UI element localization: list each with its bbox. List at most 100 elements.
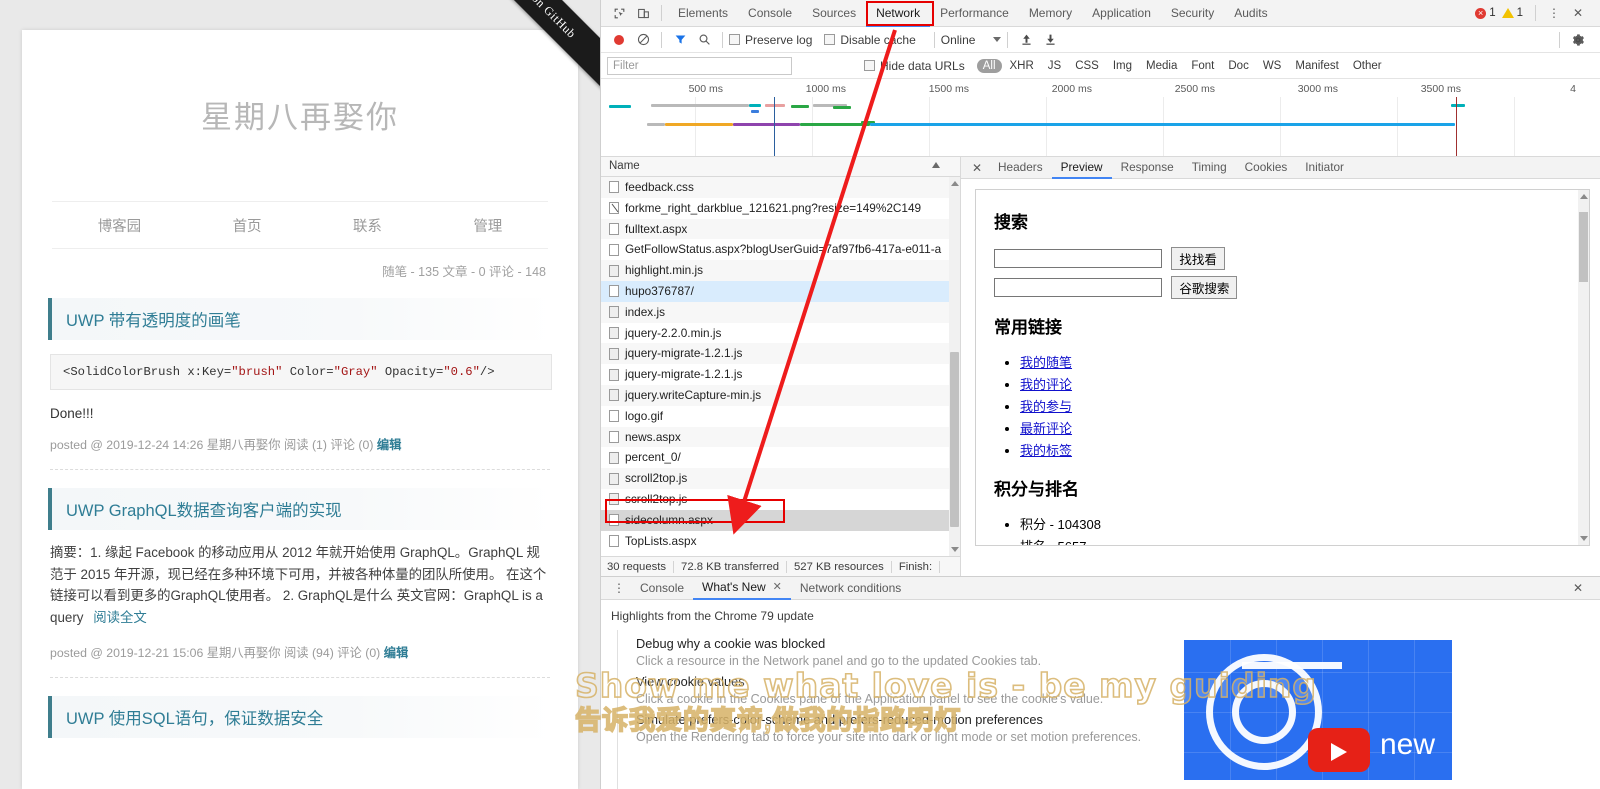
search-input-2[interactable] — [994, 278, 1162, 297]
disable-cache-checkbox[interactable]: Disable cache — [824, 33, 916, 47]
devtools-tab-console[interactable]: Console — [738, 0, 802, 27]
whats-new-video-thumbnail[interactable]: new — [1184, 640, 1452, 780]
export-har-icon[interactable] — [1039, 29, 1061, 51]
request-list-header[interactable]: Name — [601, 157, 960, 177]
whats-new-item[interactable]: Debug why a cookie was blocked Click a r… — [618, 630, 1600, 668]
post-readmore-link[interactable]: 阅读全文 — [93, 610, 147, 625]
post-title-link[interactable]: UWP GraphQL数据查询客户端的实现 — [66, 502, 342, 520]
detail-tab-cookies[interactable]: Cookies — [1236, 157, 1297, 179]
warning-badge[interactable]: 1 — [1501, 7, 1523, 19]
devtools-tab-sources[interactable]: Sources — [802, 0, 866, 27]
scroll-up-arrow-icon[interactable] — [1580, 194, 1588, 199]
preview-link-0[interactable]: 我的随笔 — [1020, 355, 1072, 370]
search-button-2[interactable]: 谷歌搜索 — [1171, 276, 1238, 299]
filter-type-img[interactable]: Img — [1107, 59, 1138, 73]
devtools-tab-network[interactable]: Network — [866, 0, 931, 27]
close-icon[interactable]: ✕ — [773, 576, 782, 599]
table-row[interactable]: news.aspx — [601, 426, 960, 448]
detail-tab-preview[interactable]: Preview — [1051, 157, 1112, 179]
search-input-1[interactable] — [994, 249, 1162, 268]
scroll-down-arrow-icon[interactable] — [1580, 536, 1588, 541]
preview-link-2[interactable]: 我的参与 — [1020, 399, 1072, 414]
table-row[interactable]: jquery.writeCapture-min.js — [601, 384, 960, 406]
scroll-up-arrow-icon[interactable] — [951, 181, 959, 186]
devtools-tab-memory[interactable]: Memory — [1019, 0, 1082, 27]
preserve-log-checkbox[interactable]: Preserve log — [729, 33, 812, 47]
throttling-select[interactable]: Online — [941, 33, 1002, 47]
post-title-link[interactable]: UWP 使用SQL语句，保证数据安全 — [66, 710, 323, 728]
filter-type-other[interactable]: Other — [1347, 59, 1388, 73]
preview-link-1[interactable]: 我的评论 — [1020, 377, 1072, 392]
close-icon[interactable]: ✕ — [1567, 577, 1589, 599]
drawer-tab-console[interactable]: Console — [631, 576, 693, 600]
network-overview-timeline[interactable]: 500 ms 1000 ms 1500 ms 2000 ms 2500 ms 3… — [601, 79, 1600, 157]
request-list-scrollbar[interactable] — [949, 177, 960, 556]
table-row[interactable]: GetFollowStatus.aspx?blogUserGuid=7af97f… — [601, 239, 960, 260]
detail-tab-initiator[interactable]: Initiator — [1296, 157, 1353, 179]
table-row[interactable]: index.js — [601, 301, 960, 323]
post-edit-link[interactable]: 编辑 — [377, 438, 402, 452]
table-row[interactable]: percent_0/ — [601, 447, 960, 468]
detail-tab-response[interactable]: Response — [1112, 157, 1183, 179]
devtools-tab-audits[interactable]: Audits — [1224, 0, 1277, 27]
table-row[interactable]: fulltext.aspx — [601, 218, 960, 240]
close-icon[interactable]: ✕ — [966, 157, 988, 179]
fork-me-on-github-banner[interactable]: Fork me on GitHub — [440, 0, 600, 100]
inspect-element-icon[interactable] — [608, 2, 630, 24]
table-row[interactable]: scroll2top.js — [601, 468, 960, 489]
drawer-tab-network-conditions[interactable]: Network conditions — [791, 576, 910, 600]
devtools-tab-elements[interactable]: Elements — [668, 0, 738, 27]
scroll-down-arrow-icon[interactable] — [951, 547, 959, 552]
filter-input[interactable]: Filter — [607, 56, 792, 75]
more-vertical-icon[interactable]: ⋮ — [608, 577, 630, 599]
clear-icon[interactable] — [632, 29, 654, 51]
filter-type-doc[interactable]: Doc — [1222, 59, 1254, 73]
import-har-icon[interactable] — [1015, 29, 1037, 51]
blog-nav-item-2[interactable]: 联系 — [353, 215, 382, 236]
table-row[interactable]: jquery-migrate-1.2.1.js — [601, 364, 960, 385]
record-icon[interactable] — [608, 29, 630, 51]
scrollbar-thumb[interactable] — [950, 352, 959, 527]
devtools-tab-performance[interactable]: Performance — [930, 0, 1019, 27]
filter-type-xhr[interactable]: XHR — [1004, 59, 1040, 73]
detail-tab-headers[interactable]: Headers — [989, 157, 1052, 179]
filter-type-ws[interactable]: WS — [1257, 59, 1288, 73]
filter-type-css[interactable]: CSS — [1069, 59, 1105, 73]
table-row[interactable]: forkme_right_darkblue_121621.png?resize=… — [601, 198, 960, 219]
preview-scrollbar[interactable] — [1578, 190, 1589, 545]
filter-type-font[interactable]: Font — [1185, 59, 1220, 73]
blog-nav-item-3[interactable]: 管理 — [473, 215, 502, 236]
table-row[interactable]: TopLists.aspx — [601, 531, 960, 552]
devtools-tab-security[interactable]: Security — [1161, 0, 1224, 27]
detail-tab-timing[interactable]: Timing — [1183, 157, 1236, 179]
filter-icon[interactable] — [669, 29, 691, 51]
table-row[interactable]: hupo376787/ — [601, 280, 960, 302]
error-badge[interactable]: × 1 — [1475, 7, 1496, 19]
table-row[interactable]: jquery-migrate-1.2.1.js — [601, 343, 960, 365]
table-row[interactable]: sidecolumn.aspx — [601, 509, 960, 531]
search-icon[interactable] — [693, 29, 715, 51]
hide-data-urls-checkbox[interactable]: Hide data URLs — [864, 59, 965, 73]
filter-type-all[interactable]: All — [976, 58, 1002, 73]
table-row[interactable]: highlight.min.js — [601, 260, 960, 281]
filter-type-js[interactable]: JS — [1042, 59, 1067, 73]
preview-link-3[interactable]: 最新评论 — [1020, 421, 1072, 436]
table-row[interactable]: feedback.css — [601, 177, 960, 198]
search-button-1[interactable]: 找找看 — [1171, 247, 1225, 270]
whats-new-item[interactable]: View cookie values Click a cookie in the… — [618, 668, 1600, 706]
preview-link-4[interactable]: 我的标签 — [1020, 443, 1072, 458]
table-row[interactable]: jquery-2.2.0.min.js — [601, 323, 960, 344]
blog-nav-item-1[interactable]: 首页 — [233, 215, 262, 236]
filter-type-media[interactable]: Media — [1140, 59, 1183, 73]
drawer-tab-whats-new[interactable]: What's New ✕ — [693, 576, 791, 600]
table-row[interactable]: scroll2top.js — [601, 489, 960, 510]
blog-nav-item-0[interactable]: 博客园 — [98, 215, 142, 236]
close-icon[interactable]: ✕ — [1567, 2, 1589, 24]
scrollbar-thumb[interactable] — [1579, 212, 1588, 282]
filter-type-manifest[interactable]: Manifest — [1289, 59, 1344, 73]
post-title-link[interactable]: UWP 带有透明度的画笔 — [66, 312, 241, 330]
device-toolbar-icon[interactable] — [632, 2, 654, 24]
whats-new-item[interactable]: Simulate prefers-color-scheme and prefer… — [618, 706, 1600, 744]
gear-icon[interactable] — [1567, 29, 1589, 51]
post-edit-link[interactable]: 编辑 — [384, 646, 409, 660]
